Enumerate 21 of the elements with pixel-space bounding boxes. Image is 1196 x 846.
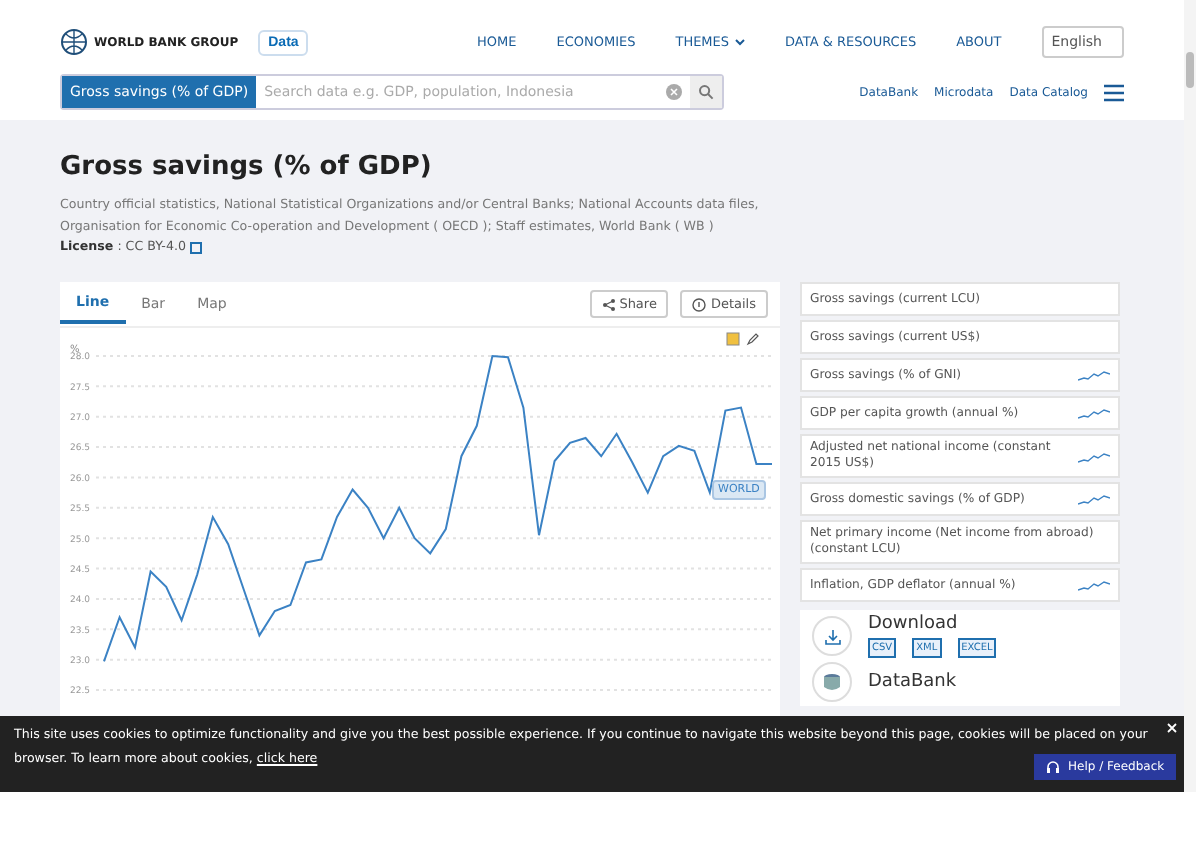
- edit-icon[interactable]: [746, 332, 760, 346]
- sparkline: [1078, 449, 1110, 463]
- caret-icon: [733, 37, 746, 47]
- menu-icon[interactable]: [1104, 83, 1124, 101]
- page-title: Gross savings (% of GDP): [60, 152, 434, 182]
- download-icon: [823, 627, 841, 645]
- search-icon: [698, 84, 714, 100]
- info-icon: [692, 297, 707, 311]
- globe-logo-icon: [60, 28, 88, 56]
- headset-icon: [1046, 760, 1060, 774]
- close-icon[interactable]: [1166, 722, 1178, 734]
- database-icon: [822, 672, 842, 692]
- sparkline: [1078, 578, 1110, 592]
- resource-title[interactable]: DataBank: [868, 672, 957, 692]
- scrollbar-thumb[interactable]: [1186, 52, 1194, 88]
- sparkline: [1078, 492, 1110, 506]
- sparkline: [1078, 406, 1110, 420]
- search-button[interactable]: [690, 76, 722, 108]
- sparkline: [1078, 368, 1110, 382]
- share-icon: [601, 297, 616, 311]
- download-title: Download: [868, 614, 960, 634]
